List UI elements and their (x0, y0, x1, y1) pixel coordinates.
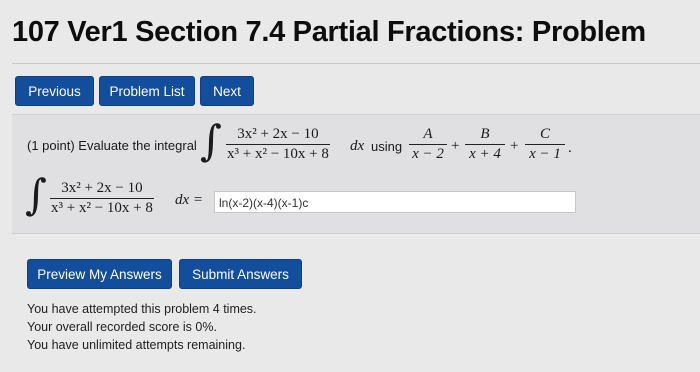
integral-sign: ∫ (25, 170, 47, 219)
integrand-numerator: 3x² + 2x − 10 (237, 126, 319, 142)
dx-equals-label: dx = (175, 192, 204, 208)
period: . (568, 140, 572, 156)
problem-prompt: (1 point) Evaluate the integral (27, 138, 197, 153)
remaining-message: You have unlimited attempts remaining. (27, 338, 246, 352)
next-button[interactable]: Next (200, 76, 254, 106)
dx-label: dx (350, 138, 365, 154)
integrand-numerator: 3x² + 2x − 10 (61, 180, 143, 196)
problem-list-button[interactable]: Problem List (99, 76, 195, 106)
integral-sign: ∫ (200, 116, 222, 165)
previous-button[interactable]: Previous (15, 76, 94, 106)
preview-answers-button[interactable]: Preview My Answers (27, 259, 172, 289)
integrand-denominator: x³ + x² − 10x + 8 (227, 146, 329, 162)
term-b-fraction: B x + 4 (465, 126, 505, 163)
plus-sign: + (451, 138, 460, 154)
term-b-denominator: x + 4 (469, 146, 501, 162)
integrand-fraction-answer: 3x² + 2x − 10 x³ + x² − 10x + 8 (50, 180, 154, 217)
using-label: using (371, 139, 403, 154)
fraction-bar (226, 144, 330, 145)
score-message: Your overall recorded score is 0%. (27, 320, 217, 334)
fraction-bar (465, 144, 505, 145)
term-c-fraction: C x − 1 (525, 126, 565, 163)
term-c-numerator: C (539, 126, 550, 142)
term-a-denominator: x − 2 (412, 146, 444, 162)
fraction-bar (525, 144, 565, 145)
term-a-fraction: A x − 2 (409, 126, 447, 163)
plus-sign: + (510, 138, 519, 154)
fraction-bar (50, 198, 154, 199)
term-b-numerator: B (480, 126, 490, 142)
fraction-bar (409, 144, 447, 145)
page-title: 107 Ver1 Section 7.4 Partial Fractions: … (12, 16, 646, 48)
integrand-fraction: 3x² + 2x − 10 x³ + x² − 10x + 8 (226, 126, 330, 163)
submit-answers-button[interactable]: Submit Answers (179, 259, 302, 289)
integrand-denominator: x³ + x² − 10x + 8 (51, 200, 153, 216)
answer-input[interactable]: ln(x-2)(x-4)(x-1)c (214, 191, 576, 213)
attempts-message: You have attempted this problem 4 times. (27, 302, 257, 316)
title-divider (12, 63, 700, 64)
term-a-numerator: A (423, 126, 433, 142)
term-c-denominator: x − 1 (529, 146, 561, 162)
